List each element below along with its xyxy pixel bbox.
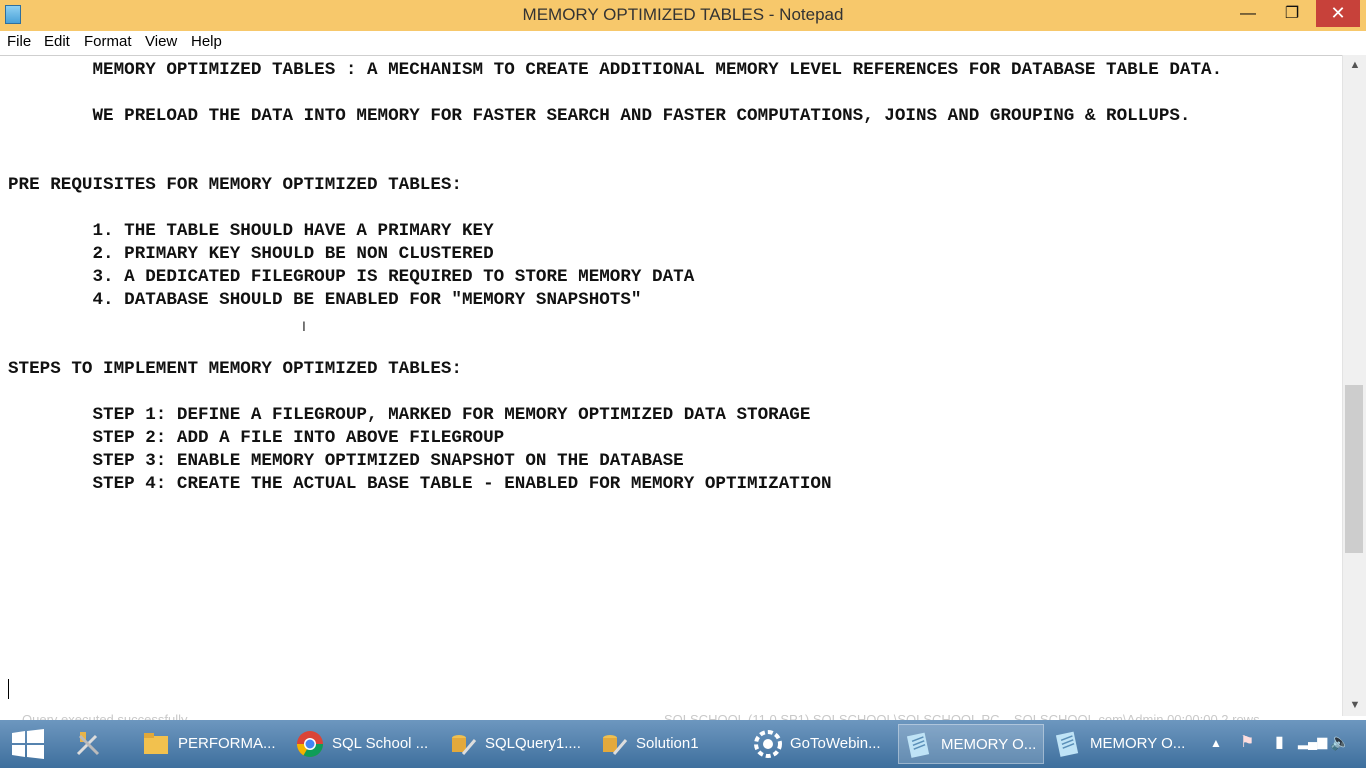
chrome-icon — [296, 731, 324, 758]
task-label: MEMORY O... — [1090, 735, 1186, 752]
text-line: MEMORY OPTIMIZED TABLES : A MECHANISM TO… — [8, 60, 1223, 80]
scroll-down-arrow-icon[interactable]: ▼ — [1343, 699, 1366, 711]
menu-bar: File Edit Format View Help — [0, 31, 1366, 55]
scrollbar-thumb[interactable] — [1345, 385, 1363, 553]
task-solution1[interactable]: Solution1 — [594, 724, 740, 764]
folder-icon — [144, 733, 168, 754]
text-line: STEP 3: ENABLE MEMORY OPTIMIZED SNAPSHOT… — [8, 451, 684, 471]
vertical-scrollbar[interactable]: ▲ ▼ — [1342, 55, 1366, 716]
text-line: WE PRELOAD THE DATA INTO MEMORY FOR FAST… — [8, 106, 1191, 126]
text-caret — [8, 679, 9, 699]
task-label: MEMORY O... — [941, 736, 1037, 753]
menu-file[interactable]: File — [7, 33, 31, 50]
close-button[interactable]: ✕ — [1316, 0, 1360, 27]
task-performa[interactable]: PERFORMA... — [136, 724, 282, 764]
text-line: 3. A DEDICATED FILEGROUP IS REQUIRED TO … — [8, 267, 695, 287]
task-label: Solution1 — [636, 735, 699, 752]
menu-edit[interactable]: Edit — [44, 33, 70, 50]
maximize-button[interactable]: ❐ — [1270, 0, 1314, 27]
volume-icon[interactable]: 🔈 — [1330, 732, 1350, 752]
text-line: STEPS TO IMPLEMENT MEMORY OPTIMIZED TABL… — [8, 359, 462, 379]
task-label: GoToWebin... — [790, 735, 881, 752]
scroll-up-arrow-icon[interactable]: ▲ — [1343, 59, 1366, 71]
task-chrome[interactable]: SQL School ... — [290, 724, 436, 764]
gotowebinar-icon — [754, 730, 782, 758]
ssms-icon — [452, 735, 477, 755]
text-line: STEP 2: ADD A FILE INTO ABOVE FILEGROUP — [8, 428, 505, 448]
tools-icon — [76, 732, 100, 756]
task-memory-notepad-1[interactable]: MEMORY O... — [898, 724, 1044, 764]
ssms-icon — [603, 735, 628, 755]
minimize-button[interactable]: — — [1226, 0, 1270, 27]
network-signal-icon[interactable]: ▂▄▆ — [1298, 734, 1327, 750]
title-bar[interactable]: MEMORY OPTIMIZED TABLES - Notepad — ❐ ✕ — [0, 0, 1366, 32]
menu-format[interactable]: Format — [84, 33, 132, 50]
notepad-icon — [1055, 731, 1079, 757]
task-label: SQL School ... — [332, 735, 429, 752]
tray-overflow-icon[interactable]: ▲ — [1210, 736, 1222, 750]
taskbar: PERFORMA... SQL School ... SQLQuery1....… — [0, 720, 1366, 768]
battery-icon[interactable]: ▮ — [1275, 732, 1284, 752]
taskbar-tools[interactable] — [68, 724, 132, 764]
action-center-flag-icon[interactable]: ⚑ — [1240, 732, 1254, 752]
task-label: PERFORMA... — [178, 735, 276, 752]
task-label: SQLQuery1.... — [485, 735, 581, 752]
text-line: STEP 1: DEFINE A FILEGROUP, MARKED FOR M… — [8, 405, 811, 425]
text-editor[interactable]: MEMORY OPTIMIZED TABLES : A MECHANISM TO… — [0, 55, 1342, 717]
ibeam-cursor-icon: I — [302, 318, 306, 334]
text-line: 2. PRIMARY KEY SHOULD BE NON CLUSTERED — [8, 244, 494, 264]
windows-start-icon[interactable] — [12, 729, 44, 759]
notepad-icon — [906, 732, 930, 758]
task-gotowebinar[interactable]: GoToWebin... — [748, 724, 894, 764]
text-line: 4. DATABASE SHOULD BE ENABLED FOR "MEMOR… — [8, 290, 642, 310]
text-line: PRE REQUISITES FOR MEMORY OPTIMIZED TABL… — [8, 175, 462, 195]
menu-view[interactable]: View — [145, 33, 177, 50]
text-line: 1. THE TABLE SHOULD HAVE A PRIMARY KEY — [8, 221, 494, 241]
task-memory-notepad-2[interactable]: MEMORY O... — [1048, 724, 1194, 764]
menu-help[interactable]: Help — [191, 33, 222, 50]
task-sqlquery[interactable]: SQLQuery1.... — [443, 724, 589, 764]
text-line: STEP 4: CREATE THE ACTUAL BASE TABLE - E… — [8, 474, 832, 494]
window-title: MEMORY OPTIMIZED TABLES - Notepad — [522, 5, 844, 24]
